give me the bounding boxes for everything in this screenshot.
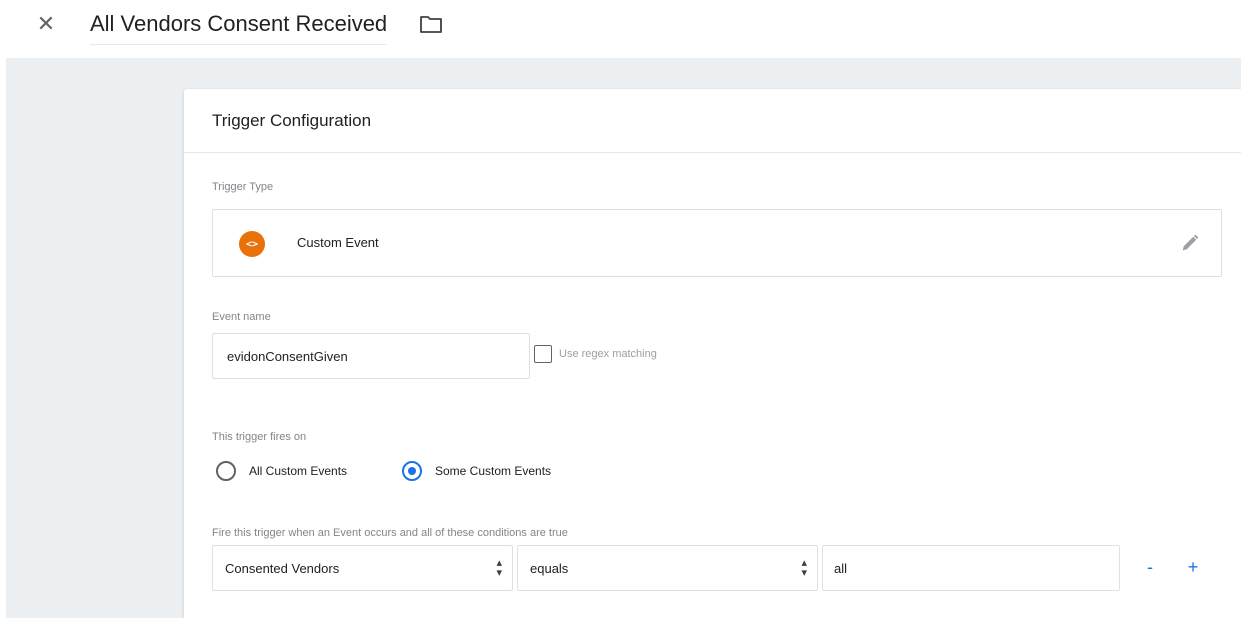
trigger-type-selector[interactable]: <> Custom Event xyxy=(212,209,1222,277)
radio-button-unchecked[interactable] xyxy=(216,461,236,481)
event-name-input[interactable] xyxy=(212,333,530,379)
regex-checkbox-label: Use regex matching xyxy=(559,348,657,360)
pencil-icon[interactable] xyxy=(1179,232,1201,254)
condition-variable-value: Consented Vendors xyxy=(225,561,340,576)
card-title: Trigger Configuration xyxy=(212,111,372,130)
conditions-label: Fire this trigger when an Event occurs a… xyxy=(212,527,568,539)
remove-condition-button[interactable]: - xyxy=(1136,553,1164,581)
condition-operator-select[interactable]: equals ▴ ▾ xyxy=(517,545,818,591)
radio-label: Some Custom Events xyxy=(435,464,552,478)
radio-button-checked[interactable] xyxy=(402,461,422,481)
select-arrows-icon: ▴ ▾ xyxy=(801,557,807,579)
card-header: Trigger Configuration xyxy=(184,89,1241,153)
condition-value-input[interactable] xyxy=(822,545,1120,591)
trigger-configuration-card: Trigger Configuration Trigger Type <> Cu… xyxy=(184,89,1241,618)
add-condition-button[interactable]: + xyxy=(1179,553,1207,581)
radio-some-custom-events[interactable]: Some Custom Events xyxy=(402,461,551,481)
trigger-type-label: Trigger Type xyxy=(212,181,274,193)
condition-variable-select[interactable]: Consented Vendors ▴ ▾ xyxy=(212,545,513,591)
radio-label: All Custom Events xyxy=(249,464,348,478)
select-arrows-icon: ▴ ▾ xyxy=(496,557,502,579)
custom-event-icon: <> xyxy=(239,231,265,257)
folder-button[interactable] xyxy=(419,14,443,34)
regex-checkbox-box[interactable] xyxy=(534,345,552,363)
regex-checkbox[interactable]: Use regex matching xyxy=(534,345,657,363)
page-title[interactable]: All Vendors Consent Received xyxy=(90,10,388,45)
radio-all-custom-events[interactable]: All Custom Events xyxy=(216,461,347,481)
fires-on-label: This trigger fires on xyxy=(212,431,307,443)
top-bar: ✕ All Vendors Consent Received xyxy=(0,0,1241,58)
condition-operator-value: equals xyxy=(530,561,569,576)
close-button[interactable]: ✕ xyxy=(34,12,58,36)
close-icon: ✕ xyxy=(36,11,56,36)
event-name-label: Event name xyxy=(212,311,271,323)
trigger-type-name: Custom Event xyxy=(297,235,379,250)
folder-icon xyxy=(420,16,442,33)
